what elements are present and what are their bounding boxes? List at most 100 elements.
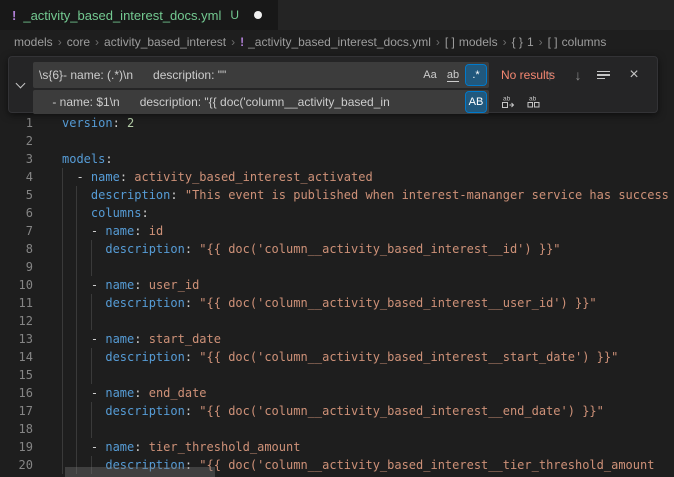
code-line[interactable]: 3models: — [0, 150, 674, 168]
indent-guide — [76, 384, 77, 402]
find-in-selection-button[interactable] — [597, 66, 615, 84]
preserve-case-button[interactable]: AB — [466, 92, 486, 112]
breadcrumb-item-1[interactable]: { }1 — [512, 35, 534, 49]
breadcrumb-label: columns — [562, 35, 607, 49]
breadcrumb-item-_activity_based_interest_docs.yml[interactable]: ! _activity_based_interest_docs.yml — [240, 35, 431, 49]
code-line[interactable]: 7 - name: id — [0, 222, 674, 240]
line-number[interactable]: 2 — [0, 132, 45, 150]
code-line[interactable]: 11 description: "{{ doc('column__activit… — [0, 294, 674, 312]
line-number[interactable]: 8 — [0, 240, 45, 258]
code-line[interactable]: 1version: 2 — [0, 114, 674, 132]
code-content — [45, 258, 674, 276]
code-content — [45, 132, 674, 150]
yaml-file-icon: ! — [12, 8, 16, 23]
code-content: description: "{{ doc('column__activity_b… — [45, 348, 674, 366]
indent-guide — [62, 258, 63, 276]
svg-text:ab: ab — [503, 96, 511, 103]
line-number[interactable]: 1 — [0, 114, 45, 132]
code-line[interactable]: 19 - name: tier_threshold_amount — [0, 438, 674, 456]
line-number[interactable]: 3 — [0, 150, 45, 168]
line-number[interactable]: 18 — [0, 420, 45, 438]
breadcrumb-item-columns[interactable]: [ ]columns — [548, 35, 607, 49]
match-case-button[interactable]: Aa — [420, 65, 440, 85]
line-number[interactable]: 12 — [0, 312, 45, 330]
breadcrumb-separator-icon: › — [436, 35, 440, 49]
line-number[interactable]: 16 — [0, 384, 45, 402]
breadcrumb-item-models[interactable]: [ ]models — [445, 35, 498, 49]
code-line[interactable]: 8 description: "{{ doc('column__activity… — [0, 240, 674, 258]
code-line[interactable]: 6 columns: — [0, 204, 674, 222]
code-line[interactable]: 16 - name: end_date — [0, 384, 674, 402]
code-line[interactable]: 12 — [0, 312, 674, 330]
regex-button[interactable]: .* — [466, 65, 486, 85]
line-number[interactable]: 10 — [0, 276, 45, 294]
find-next-button[interactable]: ↓ — [569, 66, 587, 84]
tab-activity-based-interest-docs[interactable]: ! _activity_based_interest_docs.yml U — [0, 0, 278, 30]
indent-guide — [76, 330, 77, 348]
toggle-replace-button[interactable] — [9, 57, 31, 112]
code-line[interactable]: 9 — [0, 258, 674, 276]
find-input[interactable] — [33, 68, 420, 82]
line-number[interactable]: 9 — [0, 258, 45, 276]
breadcrumb-label: _activity_based_interest_docs.yml — [248, 35, 431, 49]
code-content: columns: — [45, 204, 674, 222]
breadcrumb-separator-icon: › — [58, 35, 62, 49]
indent-guide — [62, 204, 63, 222]
code-content: version: 2 — [45, 114, 674, 132]
breadcrumb-item-activity_based_interest[interactable]: activity_based_interest — [104, 35, 226, 49]
replace-all-button[interactable]: ab — [525, 93, 543, 111]
line-number[interactable]: 11 — [0, 294, 45, 312]
code-lines: 1version: 223models:4 - name: activity_b… — [0, 114, 674, 474]
code-line[interactable]: 14 description: "{{ doc('column__activit… — [0, 348, 674, 366]
indent-guide — [76, 312, 77, 330]
code-line[interactable]: 17 description: "{{ doc('column__activit… — [0, 402, 674, 420]
indent-guide — [91, 366, 92, 384]
code-line[interactable]: 18 — [0, 420, 674, 438]
line-number[interactable]: 7 — [0, 222, 45, 240]
unsaved-changes-dot[interactable] — [254, 11, 262, 19]
code-content: description: "{{ doc('column__activity_b… — [45, 294, 674, 312]
line-number[interactable]: 19 — [0, 438, 45, 456]
code-line[interactable]: 2 — [0, 132, 674, 150]
symbol-array-icon: [ ] — [445, 35, 455, 49]
line-number[interactable]: 5 — [0, 186, 45, 204]
breadcrumb-separator-icon: › — [231, 35, 235, 49]
code-line[interactable]: 13 - name: start_date — [0, 330, 674, 348]
code-line[interactable]: 10 - name: user_id — [0, 276, 674, 294]
find-previous-button[interactable]: ↑ — [541, 66, 559, 84]
indent-guide — [62, 276, 63, 294]
breadcrumb-separator-icon: › — [539, 35, 543, 49]
chevron-down-icon — [15, 78, 25, 88]
line-number[interactable]: 20 — [0, 456, 45, 474]
line-number[interactable]: 13 — [0, 330, 45, 348]
breadcrumb-item-models[interactable]: models — [14, 35, 53, 49]
indent-guide — [62, 456, 63, 474]
line-number[interactable]: 17 — [0, 402, 45, 420]
code-line[interactable]: 4 - name: activity_based_interest_activa… — [0, 168, 674, 186]
yaml-file-icon: ! — [240, 35, 244, 49]
find-input-box: Aa ab .* — [33, 62, 489, 88]
replace-button[interactable]: ab — [499, 93, 517, 111]
indent-guide — [62, 222, 63, 240]
code-content: - name: activity_based_interest_activate… — [45, 168, 674, 186]
line-number[interactable]: 6 — [0, 204, 45, 222]
line-number[interactable]: 14 — [0, 348, 45, 366]
code-line[interactable]: 5 description: "This event is published … — [0, 186, 674, 204]
indent-guide — [91, 240, 92, 258]
close-find-widget-button[interactable]: × — [625, 66, 643, 84]
code-line[interactable]: 15 — [0, 366, 674, 384]
indent-guide — [62, 330, 63, 348]
horizontal-scrollbar-thumb[interactable] — [65, 467, 215, 477]
indent-guide — [62, 294, 63, 312]
breadcrumb: models › core › activity_based_interest ›! _ac… — [0, 30, 674, 54]
line-number[interactable]: 15 — [0, 366, 45, 384]
breadcrumb-item-core[interactable]: core — [67, 35, 90, 49]
indent-guide — [91, 258, 92, 276]
code-content: - name: end_date — [45, 384, 674, 402]
line-number[interactable]: 4 — [0, 168, 45, 186]
code-content: models: — [45, 150, 674, 168]
code-content — [45, 312, 674, 330]
whole-word-button[interactable]: ab — [443, 65, 463, 85]
replace-input[interactable] — [33, 95, 466, 109]
indent-guide — [91, 312, 92, 330]
